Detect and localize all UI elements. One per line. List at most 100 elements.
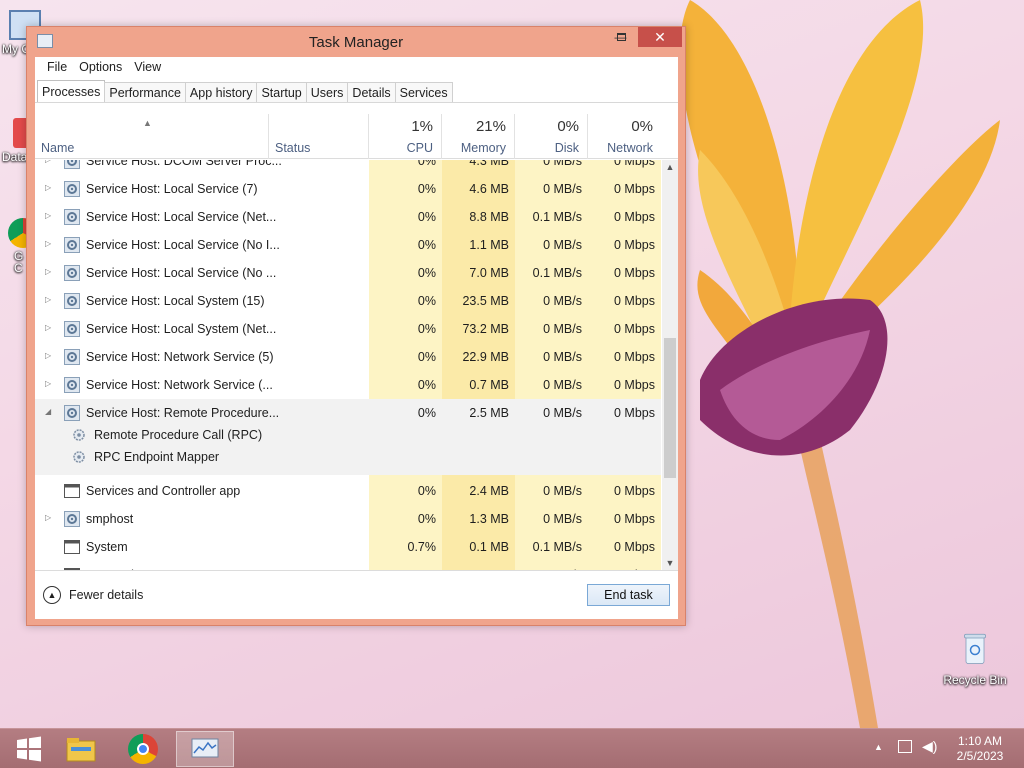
gear-icon <box>64 511 80 527</box>
process-memory: 2.5 MB <box>469 406 509 420</box>
process-row[interactable]: ▷ Service Host: Network Service (... 0% 0.7… <box>35 371 661 399</box>
process-memory: 4.3 MB <box>469 160 509 168</box>
tab-performance[interactable]: Performance <box>104 82 186 103</box>
process-disk: 0 MB/s <box>515 568 582 570</box>
taskbar-task-manager[interactable] <box>176 731 234 767</box>
expand-arrow-icon[interactable]: ▷ <box>45 239 51 248</box>
process-network: 0 Mbps <box>614 322 655 336</box>
window-app-icon <box>64 484 80 498</box>
process-cpu: 0% <box>417 484 436 498</box>
process-disk: 0 MB/s <box>543 378 582 392</box>
end-task-button[interactable]: End task <box>587 584 670 606</box>
gear-icon <box>64 321 80 337</box>
tab-divider <box>35 102 678 103</box>
tab-strip: Processes Performance App history Startu… <box>37 80 453 103</box>
expand-arrow-icon[interactable]: ▷ <box>45 513 51 522</box>
process-row[interactable]: ▷ Service Host: Local System (15) 0% 23.5 M… <box>35 287 661 315</box>
desktop-icon-recycle-bin[interactable]: Recycle Bin <box>940 632 1010 687</box>
process-memory: 8.8 MB <box>469 210 509 224</box>
process-cpu: 0.7% <box>407 540 437 554</box>
process-row[interactable]: System 0.7% 0.1 MB 0.1 MB/s 0 Mbps <box>35 533 661 561</box>
title-bar[interactable]: Task Manager — ✕ <box>27 27 685 57</box>
collapse-arrow-icon[interactable]: ◢ <box>45 407 51 416</box>
tab-startup[interactable]: Startup <box>256 82 307 103</box>
tab-users[interactable]: Users <box>305 82 349 103</box>
network-icon[interactable] <box>898 740 912 753</box>
clock-date: 2/5/2023 <box>956 749 1004 763</box>
show-hidden-icons-icon[interactable]: ▲ <box>874 742 883 752</box>
chevron-up-icon: ▲ <box>43 586 61 604</box>
gear-icon <box>64 377 80 393</box>
process-memory: 0 MB <box>442 568 509 570</box>
volume-icon[interactable]: ◀) <box>922 738 937 755</box>
menu-bar: File Options View <box>35 57 678 79</box>
memory-total: 21% <box>475 118 506 135</box>
column-name[interactable]: ▲ Name <box>35 114 269 159</box>
fewer-details-button[interactable]: ▲ Fewer details <box>43 586 143 604</box>
service-child-row[interactable]: Remote Procedure Call (RPC) <box>35 424 661 446</box>
process-row[interactable]: ▷ Service Host: Local Service (No ... 0% 7.… <box>35 259 661 287</box>
process-row[interactable]: ▷ Service Host: DCOM Server Proc... 0% 4.3 … <box>35 160 661 175</box>
close-button[interactable]: ✕ <box>638 27 682 47</box>
desktop-icon-label: Recycle Bin <box>943 673 1007 687</box>
vertical-scrollbar[interactable]: ▲ ▼ <box>662 160 678 570</box>
process-network: 0 Mbps <box>614 406 655 420</box>
process-network: 0 Mbps <box>588 568 655 570</box>
process-disk: 0.1 MB/s <box>532 540 582 554</box>
process-row[interactable]: System interrupts 0% 0 MB 0 MB/s 0 Mbps <box>35 561 661 570</box>
column-cpu[interactable]: 1% CPU <box>369 114 442 159</box>
process-network: 0 Mbps <box>614 484 655 498</box>
menu-view[interactable]: View <box>128 57 167 79</box>
expand-arrow-icon[interactable]: ▷ <box>45 267 51 276</box>
process-row[interactable]: ▷ Service Host: Local Service (No I... 0% 1… <box>35 231 661 259</box>
process-cpu: 0% <box>417 322 436 336</box>
process-disk: 0 MB/s <box>543 322 582 336</box>
service-gear-icon <box>73 429 85 441</box>
expand-arrow-icon[interactable]: ▷ <box>45 211 51 220</box>
expand-arrow-icon[interactable]: ▷ <box>45 183 51 192</box>
scroll-up-icon[interactable]: ▲ <box>662 160 678 174</box>
taskbar-file-explorer[interactable] <box>52 731 110 767</box>
menu-file[interactable]: File <box>41 57 73 79</box>
scroll-thumb[interactable] <box>664 338 676 478</box>
tab-processes[interactable]: Processes <box>37 80 106 103</box>
process-row[interactable]: ◢ Service Host: Remote Procedure... 0% 2.5 … <box>35 399 661 427</box>
expand-arrow-icon[interactable]: ▷ <box>45 351 51 360</box>
column-network[interactable]: 0% Network <box>588 114 661 159</box>
close-icon: ✕ <box>654 28 666 45</box>
tab-details[interactable]: Details <box>347 82 396 103</box>
process-name: Service Host: Local Service (No I... <box>86 238 280 252</box>
process-row[interactable]: ▷ Service Host: Network Service (5) 0% 22.9… <box>35 343 661 371</box>
window-title: Task Manager <box>308 34 404 51</box>
scroll-down-icon[interactable]: ▼ <box>662 556 678 570</box>
process-memory: 1.1 MB <box>469 238 509 252</box>
tab-app-history[interactable]: App history <box>184 82 258 103</box>
process-disk: 0.1 MB/s <box>532 210 582 224</box>
start-button[interactable] <box>0 731 58 767</box>
gear-icon <box>64 293 80 309</box>
column-disk[interactable]: 0% Disk <box>515 114 588 159</box>
expand-arrow-icon[interactable]: ▷ <box>45 160 51 164</box>
column-network-label: Network <box>607 141 653 155</box>
process-disk: 0 MB/s <box>543 512 582 526</box>
clock[interactable]: 1:10 AM 2/5/2023 <box>940 734 1020 764</box>
menu-options[interactable]: Options <box>73 57 128 79</box>
column-memory[interactable]: 21% Memory <box>442 114 515 159</box>
tab-services[interactable]: Services <box>394 82 453 103</box>
process-row[interactable]: Services and Controller app 0% 2.4 MB 0 MB/… <box>35 477 661 505</box>
expand-arrow-icon[interactable]: ▷ <box>45 295 51 304</box>
process-row[interactable]: ▷ Service Host: Local Service (Net... 0% 8.… <box>35 203 661 231</box>
process-disk: 0.1 MB/s <box>532 266 582 280</box>
process-row[interactable]: ▷ smphost 0% 1.3 MB 0 MB/s 0 Mbps <box>35 505 661 533</box>
gear-icon <box>64 181 80 197</box>
maximize-button[interactable] <box>608 27 635 47</box>
column-status[interactable]: Status <box>269 114 369 159</box>
process-row[interactable]: ▷ Service Host: Local Service (7) 0% 4.6 MB… <box>35 175 661 203</box>
service-child-row[interactable]: RPC Endpoint Mapper <box>35 446 661 468</box>
expand-arrow-icon[interactable]: ▷ <box>45 323 51 332</box>
clock-time: 1:10 AM <box>957 734 1003 748</box>
process-row[interactable]: ▷ Service Host: Local System (Net... 0% 73.… <box>35 315 661 343</box>
process-name: Service Host: Local Service (7) <box>86 182 258 196</box>
expand-arrow-icon[interactable]: ▷ <box>45 379 51 388</box>
taskbar-chrome[interactable] <box>114 731 172 767</box>
